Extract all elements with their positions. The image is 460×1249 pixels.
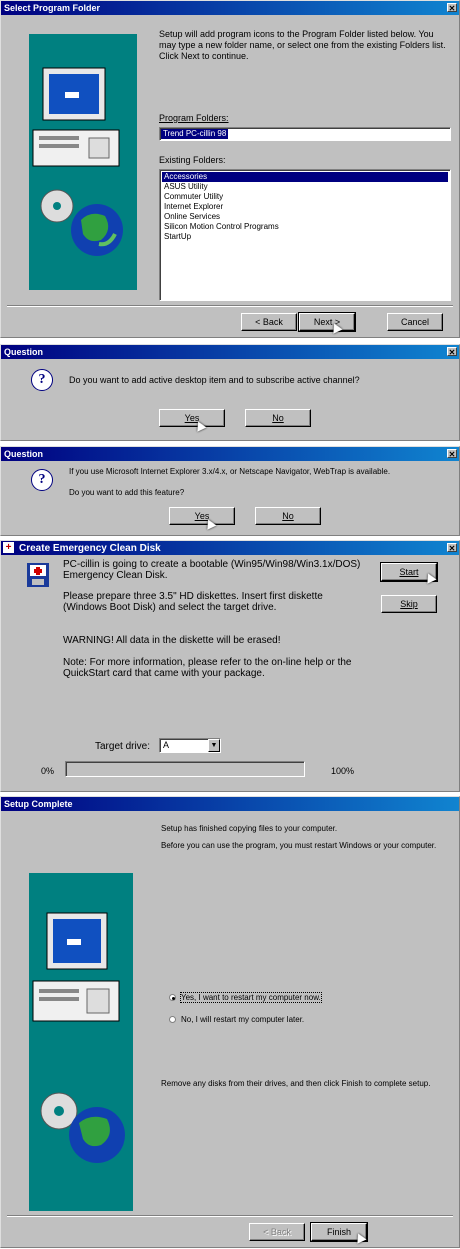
back-button: < Back — [249, 1223, 305, 1241]
close-button[interactable]: ✕ — [447, 347, 457, 357]
question-dialog-webtrap: Question ✕ ? If you use Microsoft Intern… — [0, 446, 460, 536]
webtrap-message: If you use Microsoft Internet Explorer 3… — [69, 467, 391, 476]
question-message: Do you want to add active desktop item a… — [69, 375, 360, 385]
title-bar: Question ✕ — [1, 447, 459, 461]
setup-illustration — [29, 34, 137, 290]
title-bar: + Create Emergency Clean Disk ✕ — [1, 541, 459, 555]
back-button[interactable]: < Back — [241, 313, 297, 331]
webtrap-question: Do you want to add this feature? — [69, 488, 185, 497]
close-button[interactable]: ✕ — [447, 3, 457, 13]
dialog-title: Question — [4, 449, 44, 459]
skip-button[interactable]: Skip — [381, 595, 437, 613]
cancel-button[interactable]: Cancel — [387, 313, 443, 331]
finished-text: Setup has finished copying files to your… — [161, 824, 338, 833]
restart-now-label: Yes, I want to restart my computer now. — [180, 992, 322, 1003]
dialog-title: Select Program Folder — [4, 3, 101, 13]
dialog-title: Setup Complete — [4, 799, 73, 809]
folder-item[interactable]: Internet Explorer — [162, 202, 448, 212]
title-bar: Question ✕ — [1, 345, 459, 359]
setup-complete-dialog: Setup Complete Setup has finished copyin… — [0, 796, 460, 1248]
radio-icon[interactable] — [169, 994, 176, 1002]
no-button[interactable]: No — [245, 409, 311, 427]
target-drive-value: A — [163, 740, 170, 750]
close-button[interactable]: ✕ — [447, 543, 457, 553]
question-icon: ? — [31, 469, 53, 491]
progress-bar — [65, 761, 305, 777]
no-button[interactable]: No — [255, 507, 321, 525]
yes-button[interactable]: Yes — [169, 507, 235, 525]
title-bar: Select Program Folder ✕ — [1, 1, 459, 15]
emergency-clean-disk-dialog: + Create Emergency Clean Disk ✕ PC-cilli… — [0, 540, 460, 792]
no-label: No — [282, 511, 294, 521]
close-button[interactable]: ✕ — [447, 449, 457, 459]
program-folder-value: Trend PC-cillin 98 — [161, 129, 229, 139]
select-program-folder-dialog: Select Program Folder ✕ Setup will add p… — [0, 0, 460, 338]
chevron-down-icon[interactable]: ▼ — [208, 739, 220, 752]
folder-item[interactable]: ASUS Utility — [162, 182, 448, 192]
dialog-title: Question — [4, 347, 44, 357]
app-icon: + — [3, 542, 14, 553]
folder-item[interactable]: Silicon Motion Control Programs — [162, 222, 448, 232]
restart-text: Before you can use the program, you must… — [161, 841, 437, 850]
program-folder-label: Program Folders: — [159, 113, 229, 123]
dialog-title: Create Emergency Clean Disk — [19, 543, 161, 554]
restart-now-option[interactable]: Yes, I want to restart my computer now. — [169, 992, 322, 1003]
progress-min-label: 0% — [41, 766, 55, 776]
warning-text: WARNING! All data in the diskette will b… — [63, 635, 281, 646]
progress-max-label: 100% — [331, 766, 355, 776]
title-bar: Setup Complete — [1, 797, 459, 811]
computer-icon — [32, 67, 123, 256]
restart-later-option[interactable]: No, I will restart my computer later. — [169, 1015, 304, 1025]
setup-illustration — [29, 873, 133, 1211]
folder-item[interactable]: StartUp — [162, 232, 448, 242]
folder-item[interactable]: Online Services — [162, 212, 448, 222]
existing-folders-label: Existing Folders: — [159, 155, 226, 165]
target-drive-label: Target drive: — [95, 741, 151, 752]
separator — [7, 305, 453, 307]
computer-icon — [32, 912, 125, 1163]
skip-label: Skip — [400, 599, 418, 609]
restart-later-label: No, I will restart my computer later. — [181, 1015, 305, 1024]
prepare-text: Please prepare three 3.5" HD diskettes. … — [63, 591, 323, 613]
folder-item[interactable]: Accessories — [162, 172, 448, 182]
radio-icon[interactable] — [169, 1016, 176, 1024]
intro-text: PC-cillin is going to create a bootable … — [63, 559, 361, 581]
existing-folders-list[interactable]: Accessories ASUS Utility Commuter Utilit… — [159, 169, 451, 301]
question-icon: ? — [31, 369, 53, 391]
separator — [7, 1215, 453, 1217]
question-dialog-active-desktop: Question ✕ ? Do you want to add active d… — [0, 344, 460, 441]
intro-text: Setup will add program icons to the Prog… — [159, 29, 446, 61]
floppy-icon — [27, 563, 49, 587]
yes-button[interactable]: Yes — [159, 409, 225, 427]
target-drive-select[interactable]: A ▼ — [159, 738, 221, 753]
remove-disks-text: Remove any disks from their drives, and … — [161, 1079, 431, 1088]
next-button[interactable]: Next > — [298, 312, 356, 332]
start-label: Start — [399, 567, 419, 577]
program-folder-input[interactable]: Trend PC-cillin 98 — [159, 127, 451, 141]
note-text: Note: For more information, please refer… — [63, 657, 352, 679]
folder-item[interactable]: Commuter Utility — [162, 192, 448, 202]
no-label: No — [272, 413, 284, 423]
